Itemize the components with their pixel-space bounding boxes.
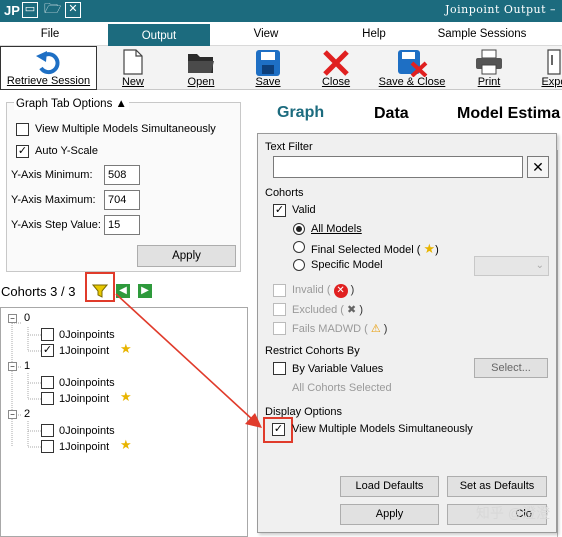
watermark: 知乎 @澄澄 <box>475 505 550 521</box>
annotation-arrow <box>115 293 262 428</box>
